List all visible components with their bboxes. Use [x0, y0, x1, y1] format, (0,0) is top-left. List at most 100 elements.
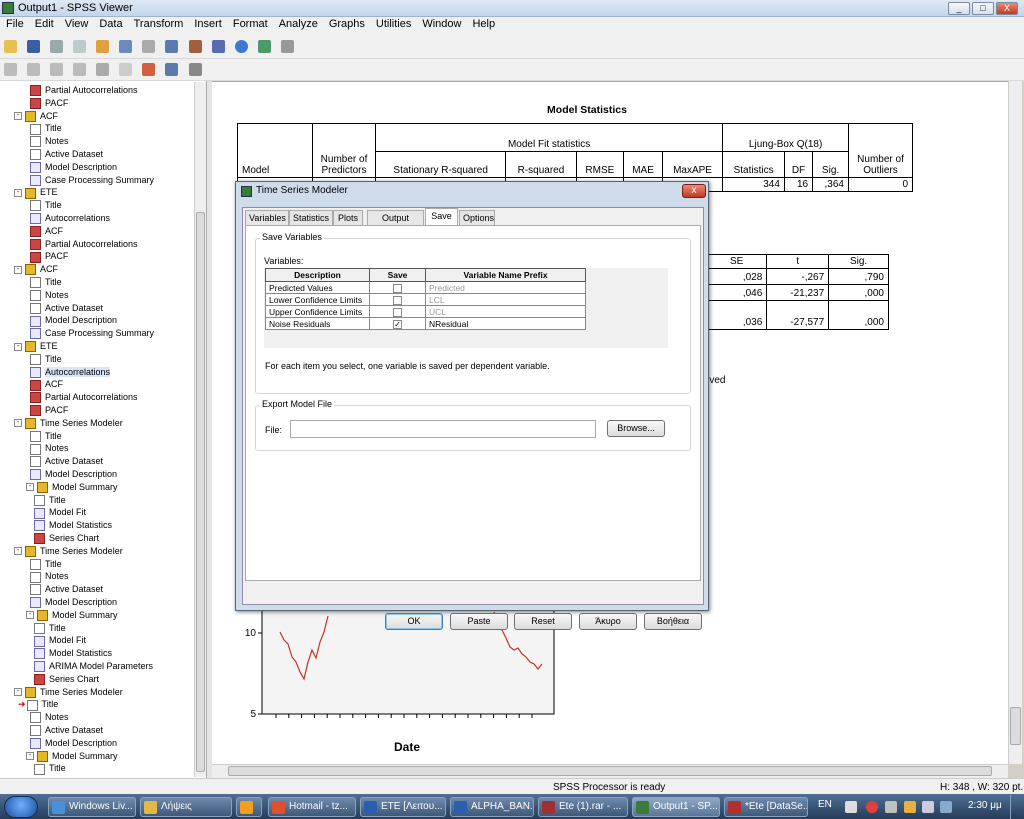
lcl-checkbox[interactable] [393, 295, 402, 305]
outline-item[interactable]: Active Dataset [30, 302, 103, 315]
menu-graphs[interactable]: Graphs [323, 17, 370, 30]
display-icon[interactable] [940, 801, 952, 813]
recall-dialog-icon[interactable] [119, 40, 133, 53]
taskbar-item[interactable]: Hotmail - tz... [268, 797, 356, 817]
undo-icon[interactable] [142, 40, 156, 53]
outline-item[interactable]: - Time Series Modeler [14, 686, 123, 699]
collapse-toggle-icon[interactable]: - [14, 112, 22, 121]
outline-item[interactable]: Model Description [30, 314, 117, 327]
collapse-toggle-icon[interactable]: - [26, 752, 34, 761]
menu-format[interactable]: Format [227, 17, 273, 30]
dialog-close-button[interactable]: x [682, 184, 706, 198]
hide-icon[interactable] [119, 63, 133, 76]
outline-item[interactable]: - ACF [14, 263, 58, 276]
menu-utilities[interactable]: Utilities [370, 17, 416, 30]
collapse-toggle-icon[interactable]: - [26, 611, 34, 620]
close-window-button[interactable]: X [996, 2, 1018, 15]
outline-item[interactable]: PACF [30, 250, 68, 263]
outline-item[interactable]: Case Processing Summary [30, 174, 154, 187]
collapse-toggle-icon[interactable]: - [14, 419, 22, 428]
menu-file[interactable]: File [0, 17, 29, 30]
predicted-checkbox[interactable] [393, 283, 402, 293]
update-icon[interactable] [904, 801, 916, 813]
tab-statistics[interactable]: Statistics [289, 210, 333, 225]
outline-item[interactable]: ACF [30, 378, 63, 391]
outline-item[interactable]: Model Statistics [34, 647, 112, 660]
menu-help[interactable]: Help [466, 17, 500, 30]
variables-icon[interactable] [211, 40, 225, 53]
outline-item[interactable]: Active Dataset [30, 455, 103, 468]
insert-icon[interactable] [280, 40, 294, 53]
outline-item[interactable]: Partial Autocorrelations [30, 84, 138, 97]
taskbar-item[interactable]: Ete (1).rar - ... [538, 797, 628, 817]
volume-icon[interactable] [922, 801, 934, 813]
outline-item[interactable]: Notes [30, 442, 69, 455]
outline-item[interactable]: Active Dataset [30, 724, 103, 737]
outline-item[interactable]: - ETE [14, 340, 58, 353]
noise-prefix-input[interactable]: NResidual [425, 317, 586, 330]
export-icon[interactable] [96, 40, 110, 53]
menu-window[interactable]: Window [416, 17, 466, 30]
outline-item[interactable]: Partial Autocorrelations [30, 391, 138, 404]
tab-variables[interactable]: Variables [245, 210, 289, 225]
ok-button[interactable]: OK [385, 613, 443, 630]
outline-item[interactable]: ARIMA Model Parameters [34, 660, 153, 673]
forward-arrow-icon[interactable] [27, 63, 41, 76]
outline-item[interactable]: - Model Summary [26, 750, 118, 763]
outline-scroll-thumb[interactable] [196, 212, 205, 772]
minimize-button[interactable]: _ [948, 2, 970, 15]
reset-button[interactable]: Reset [514, 613, 572, 630]
ucl-prefix-input[interactable]: UCL [425, 305, 586, 318]
collapse-toggle-icon[interactable]: - [14, 265, 22, 274]
lcl-prefix-input[interactable]: LCL [425, 293, 586, 306]
outline-item[interactable]: Title [30, 122, 62, 135]
menu-edit[interactable]: Edit [29, 17, 59, 30]
goto-case-icon[interactable] [188, 40, 202, 53]
taskbar-item[interactable] [236, 797, 262, 817]
outline-item[interactable]: PACF [30, 97, 68, 110]
paste-button[interactable]: Paste [450, 613, 508, 630]
predicted-prefix-input[interactable]: Predicted [425, 281, 586, 294]
taskbar-item[interactable]: Output1 - SP... [632, 797, 720, 817]
outline-item[interactable]: Model Description [30, 596, 117, 609]
outline-item[interactable]: Model Description [30, 468, 117, 481]
outline-item[interactable]: Autocorrelations [30, 212, 110, 225]
outline-item[interactable]: - ACF [14, 110, 58, 123]
outline-item[interactable]: ACF [30, 225, 63, 238]
menu-data[interactable]: Data [93, 17, 127, 30]
outline-item[interactable]: Model Fit [34, 634, 86, 647]
security-icon[interactable] [866, 801, 878, 813]
output-horizontal-scrollbar[interactable] [212, 764, 1008, 778]
start-button[interactable] [4, 796, 38, 818]
outline-item[interactable]: Title [34, 762, 66, 775]
show-all-icon[interactable] [257, 40, 271, 53]
goto-data-icon[interactable] [165, 40, 179, 53]
collapse-icon[interactable] [73, 63, 87, 76]
outline-item[interactable]: Title [30, 558, 62, 571]
outline-item[interactable]: Title [30, 276, 62, 289]
tab-save[interactable]: Save [425, 208, 458, 226]
outline-item[interactable]: Active Dataset [30, 148, 103, 161]
tab-output-filter[interactable]: Output Filter [367, 210, 424, 237]
back-arrow-icon[interactable] [4, 63, 17, 76]
outline-item[interactable]: Series Chart [34, 673, 99, 686]
open-icon[interactable] [4, 40, 17, 53]
outline-item[interactable]: - Model Summary [26, 609, 118, 622]
export-file-input[interactable] [290, 420, 596, 438]
network-icon[interactable] [885, 801, 897, 813]
outline-item[interactable]: Title [34, 494, 66, 507]
tab-options[interactable]: Options [459, 210, 495, 225]
expand-icon[interactable] [50, 63, 64, 76]
menu-transform[interactable]: Transform [128, 17, 189, 30]
help-button[interactable]: Βοήθεια [644, 613, 702, 630]
output-scroll-thumb[interactable] [1010, 707, 1021, 745]
outline-item[interactable]: Model Description [30, 737, 117, 750]
flag-icon[interactable] [845, 801, 857, 813]
menu-view[interactable]: View [59, 17, 94, 30]
outline-item[interactable]: Model Statistics [34, 519, 112, 532]
output-vertical-scrollbar[interactable] [1008, 81, 1022, 764]
taskbar-item[interactable]: Λήψεις [140, 797, 232, 817]
outline-item[interactable]: Title [30, 430, 62, 443]
outline-item[interactable]: Case Processing Summary [30, 327, 154, 340]
print-preview-icon[interactable] [73, 40, 87, 53]
